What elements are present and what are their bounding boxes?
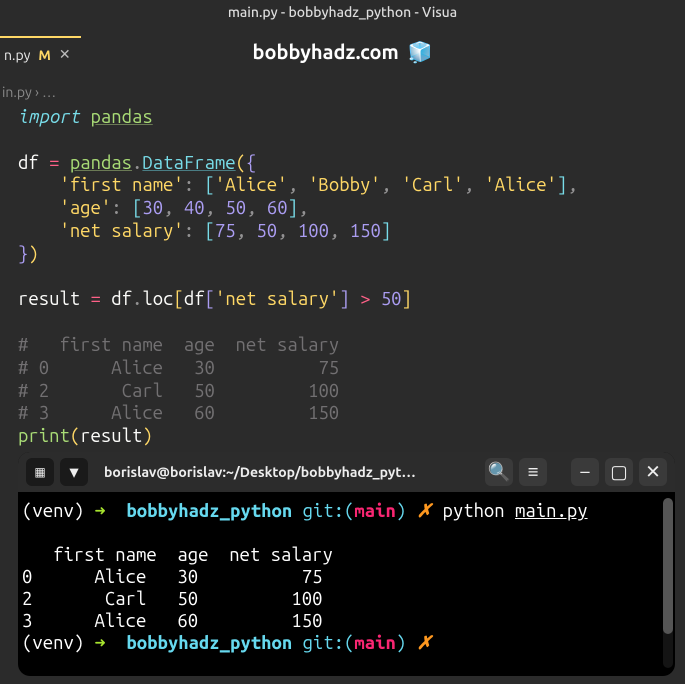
- search-button[interactable]: 🔍: [485, 458, 513, 486]
- num: 100: [298, 221, 329, 241]
- watermark: bobbyhadz.com 🧊: [0, 40, 685, 64]
- terminal-panel: ▦ ▾ borislav@borislav:~/Desktop/bobbyhad…: [18, 452, 675, 676]
- menu-icon: ≡: [528, 461, 539, 483]
- terminal-output: 2 Carl 50 100: [22, 589, 322, 609]
- var-df: df: [184, 289, 205, 309]
- prompt-arrow-icon: ➜: [95, 633, 106, 653]
- num: 50: [256, 221, 277, 241]
- prompt-git: git:: [303, 633, 344, 653]
- comment: # 2 Carl 50 100: [18, 381, 339, 401]
- comment: # first name age net salary: [18, 335, 339, 355]
- dict-key: 'net salary': [59, 221, 183, 241]
- brace-close: }: [18, 244, 28, 264]
- num: 60: [267, 198, 288, 218]
- str: 'Alice': [484, 175, 557, 195]
- attr-loc: loc: [142, 289, 173, 309]
- scrollbar-thumb[interactable]: [663, 498, 673, 634]
- comment: # 3 Alice 60 150: [18, 403, 339, 423]
- str: 'Alice': [215, 175, 288, 195]
- op-gt: >: [360, 289, 370, 309]
- terminal-body[interactable]: (venv) ➜ bobbyhadz_python git:(main) ✗ p…: [18, 492, 675, 658]
- dot: .: [132, 153, 142, 173]
- dict-key: 'age': [59, 198, 111, 218]
- paren-close: ): [28, 244, 38, 264]
- var-result: result: [18, 289, 80, 309]
- op-eq: =: [49, 153, 59, 173]
- num: 150: [350, 221, 381, 241]
- plus-icon: ▦: [34, 465, 45, 479]
- minimize-button[interactable]: –: [571, 458, 599, 486]
- new-tab-button[interactable]: ▦: [26, 458, 54, 486]
- close-icon: ✕: [645, 462, 661, 483]
- prompt-branch: main: [354, 501, 395, 521]
- tab-dropdown-button[interactable]: ▾: [60, 458, 88, 486]
- terminal-header: ▦ ▾ borislav@borislav:~/Desktop/bobbyhad…: [18, 452, 675, 492]
- maximize-button[interactable]: ▢: [605, 458, 633, 486]
- num: 50: [225, 198, 246, 218]
- class-dataframe: DataFrame: [142, 153, 235, 173]
- venv-indicator: (venv): [22, 501, 84, 521]
- prompt-git: git:: [303, 501, 344, 521]
- paren-open: (: [236, 153, 246, 173]
- keyword-import: import: [18, 107, 80, 127]
- num: 75: [215, 221, 236, 241]
- num: 30: [142, 198, 163, 218]
- cube-icon: 🧊: [408, 40, 433, 63]
- module-pandas: pandas: [91, 107, 153, 127]
- brace-open: {: [246, 153, 256, 173]
- maximize-icon: ▢: [610, 462, 627, 483]
- chevron-right-icon: ›: [35, 84, 39, 100]
- breadcrumb[interactable]: in.py › …: [0, 84, 56, 100]
- terminal-output: 3 Alice 60 150: [22, 611, 322, 631]
- breadcrumb-more: …: [42, 84, 56, 100]
- window-title: main.py - bobbyhadz_python - Visua: [0, 4, 685, 20]
- minimize-icon: –: [580, 462, 589, 482]
- cmd-file: main.py: [515, 501, 588, 521]
- terminal-title: borislav@borislav:~/Desktop/bobbyhadz_py…: [94, 464, 479, 480]
- venv-indicator: (venv): [22, 633, 84, 653]
- var-df: df: [18, 153, 39, 173]
- var-df: df: [111, 289, 132, 309]
- comment: # 0 Alice 30 75: [18, 358, 339, 378]
- var-result: result: [80, 426, 142, 446]
- terminal-output: first name age net salary: [22, 545, 333, 565]
- chevron-down-icon: ▾: [69, 462, 78, 483]
- prompt-branch: main: [354, 633, 395, 653]
- ref-pandas: pandas: [70, 153, 132, 173]
- terminal-scrollbar[interactable]: [663, 498, 673, 668]
- str: 'Carl': [401, 175, 463, 195]
- prompt-cwd: bobbyhadz_python: [126, 501, 292, 521]
- dirty-icon: ✗: [417, 501, 433, 521]
- str: 'net salary': [215, 289, 339, 309]
- watermark-text: bobbyhadz.com: [253, 40, 399, 63]
- terminal-output: 0 Alice 30 75: [22, 567, 322, 587]
- menu-button[interactable]: ≡: [519, 458, 547, 486]
- prompt-cwd: bobbyhadz_python: [126, 633, 292, 653]
- num: 40: [184, 198, 205, 218]
- breadcrumb-file: in.py: [2, 84, 32, 100]
- dict-key: 'first name': [59, 175, 183, 195]
- search-icon: 🔍: [487, 461, 510, 483]
- close-button[interactable]: ✕: [639, 458, 667, 486]
- dirty-icon: ✗: [417, 633, 433, 653]
- str: 'Bobby': [308, 175, 381, 195]
- op-eq: =: [91, 289, 101, 309]
- fn-print: print: [18, 426, 70, 446]
- code-editor[interactable]: import pandas df = pandas.DataFrame({ 'f…: [18, 106, 675, 448]
- num: 50: [381, 289, 402, 309]
- prompt-arrow-icon: ➜: [95, 501, 106, 521]
- cmd-python: python: [442, 501, 504, 521]
